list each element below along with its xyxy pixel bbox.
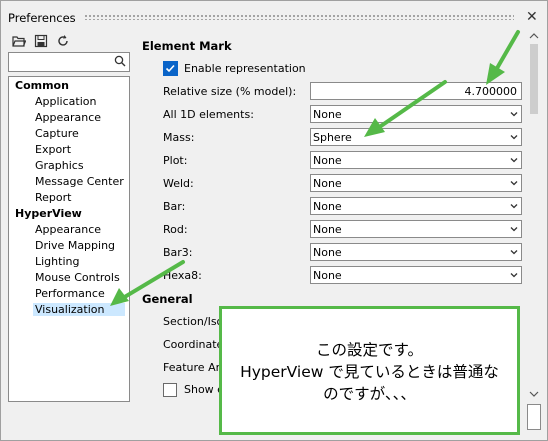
refresh-icon[interactable] — [56, 34, 70, 48]
relative-size-field[interactable]: 4.700000 — [310, 82, 522, 100]
tree-item-appearance[interactable]: Appearance — [35, 111, 101, 124]
chevron-down-icon — [510, 227, 518, 232]
close-icon[interactable]: ✕ — [526, 9, 538, 25]
plot-label: Plot: — [163, 154, 188, 167]
mass-label: Mass: — [163, 131, 195, 144]
tree-group-common[interactable]: Common — [15, 79, 69, 92]
bar-select[interactable]: None — [310, 197, 522, 215]
annotation-callout: この設定です。 HyperView で見ているときは普通な のですが、、、 — [219, 306, 520, 435]
preferences-tree: Common Application Appearance Capture Ex… — [8, 76, 130, 402]
tree-item-capture[interactable]: Capture — [35, 127, 79, 140]
weld-value: None — [313, 177, 342, 190]
all-1d-elements-select[interactable]: None — [310, 105, 522, 123]
rod-label: Rod: — [163, 223, 188, 236]
chevron-down-icon — [510, 204, 518, 209]
chevron-down-icon — [510, 112, 518, 117]
bar-label: Bar: — [163, 200, 186, 213]
bottom-button-partial[interactable] — [527, 404, 541, 430]
all-1d-elements-value: None — [313, 108, 342, 121]
enable-representation-checkbox[interactable] — [163, 61, 178, 76]
tree-item-performance[interactable]: Performance — [35, 287, 105, 300]
show-checkbox[interactable] — [163, 383, 177, 397]
section-general: General — [142, 292, 193, 306]
annotation-text: この設定です。 HyperView で見ているときは普通な のですが、、、 — [222, 339, 517, 405]
coordinate-label: Coordinate — [163, 338, 224, 351]
mass-value: Sphere — [313, 131, 352, 144]
annotation-line-2: HyperView で見ているときは普通な — [240, 363, 499, 381]
all-1d-elements-label: All 1D elements: — [163, 108, 254, 121]
relative-size-value: 4.700000 — [464, 85, 518, 98]
feature-angle-label: Feature An — [163, 361, 223, 374]
rod-value: None — [313, 223, 342, 236]
annotation-line-3: のですが、、、 — [323, 385, 416, 403]
bar3-select[interactable]: None — [310, 243, 522, 261]
scrollbar-arrows — [529, 33, 539, 397]
enable-representation-label: Enable representation — [184, 62, 306, 75]
tree-item-mouse-controls[interactable]: Mouse Controls — [35, 271, 120, 284]
tree-item-export[interactable]: Export — [35, 143, 71, 156]
tree-item-report[interactable]: Report — [35, 191, 71, 204]
tree-item-visualization[interactable]: Visualization — [33, 303, 125, 316]
tree-item-drive-mapping[interactable]: Drive Mapping — [35, 239, 115, 252]
section-element-mark: Element Mark — [142, 39, 232, 53]
tree-item-graphics[interactable]: Graphics — [35, 159, 84, 172]
plot-value: None — [313, 154, 342, 167]
tree-group-hyperview[interactable]: HyperView — [15, 207, 82, 220]
window-title: Preferences — [8, 11, 76, 25]
tree-item-lighting[interactable]: Lighting — [35, 255, 79, 268]
search-icon[interactable] — [114, 55, 126, 67]
plot-select[interactable]: None — [310, 151, 522, 169]
chevron-down-icon — [510, 250, 518, 255]
tree-item-hv-appearance[interactable]: Appearance — [35, 223, 101, 236]
section-iso-label: Section/Iso — [163, 315, 224, 328]
weld-select[interactable]: None — [310, 174, 522, 192]
annotation-line-1: この設定です。 — [316, 341, 423, 359]
settings-scrollbar[interactable] — [527, 30, 541, 402]
rod-select[interactable]: None — [310, 220, 522, 238]
show-label: Show e — [184, 383, 224, 396]
hexa8-value: None — [313, 269, 342, 282]
chevron-down-icon — [510, 273, 518, 278]
hexa8-label: Hexa8: — [163, 269, 202, 282]
weld-label: Weld: — [163, 177, 194, 190]
save-icon[interactable] — [34, 34, 48, 48]
bar3-value: None — [313, 246, 342, 259]
chevron-down-icon — [510, 181, 518, 186]
relative-size-label: Relative size (% model): — [163, 85, 297, 98]
bar-value: None — [313, 200, 342, 213]
hexa8-select[interactable]: None — [310, 266, 522, 284]
chevron-down-icon — [510, 135, 518, 140]
tree-item-message-center[interactable]: Message Center — [35, 175, 124, 188]
bar3-label: Bar3: — [163, 246, 193, 259]
title-bar-grip[interactable] — [84, 14, 514, 20]
search-input[interactable] — [8, 52, 130, 72]
tree-item-application[interactable]: Application — [35, 95, 96, 108]
chevron-down-icon — [510, 158, 518, 163]
mass-select[interactable]: Sphere — [310, 128, 522, 146]
open-folder-icon[interactable] — [12, 34, 26, 48]
check-icon — [165, 64, 175, 73]
